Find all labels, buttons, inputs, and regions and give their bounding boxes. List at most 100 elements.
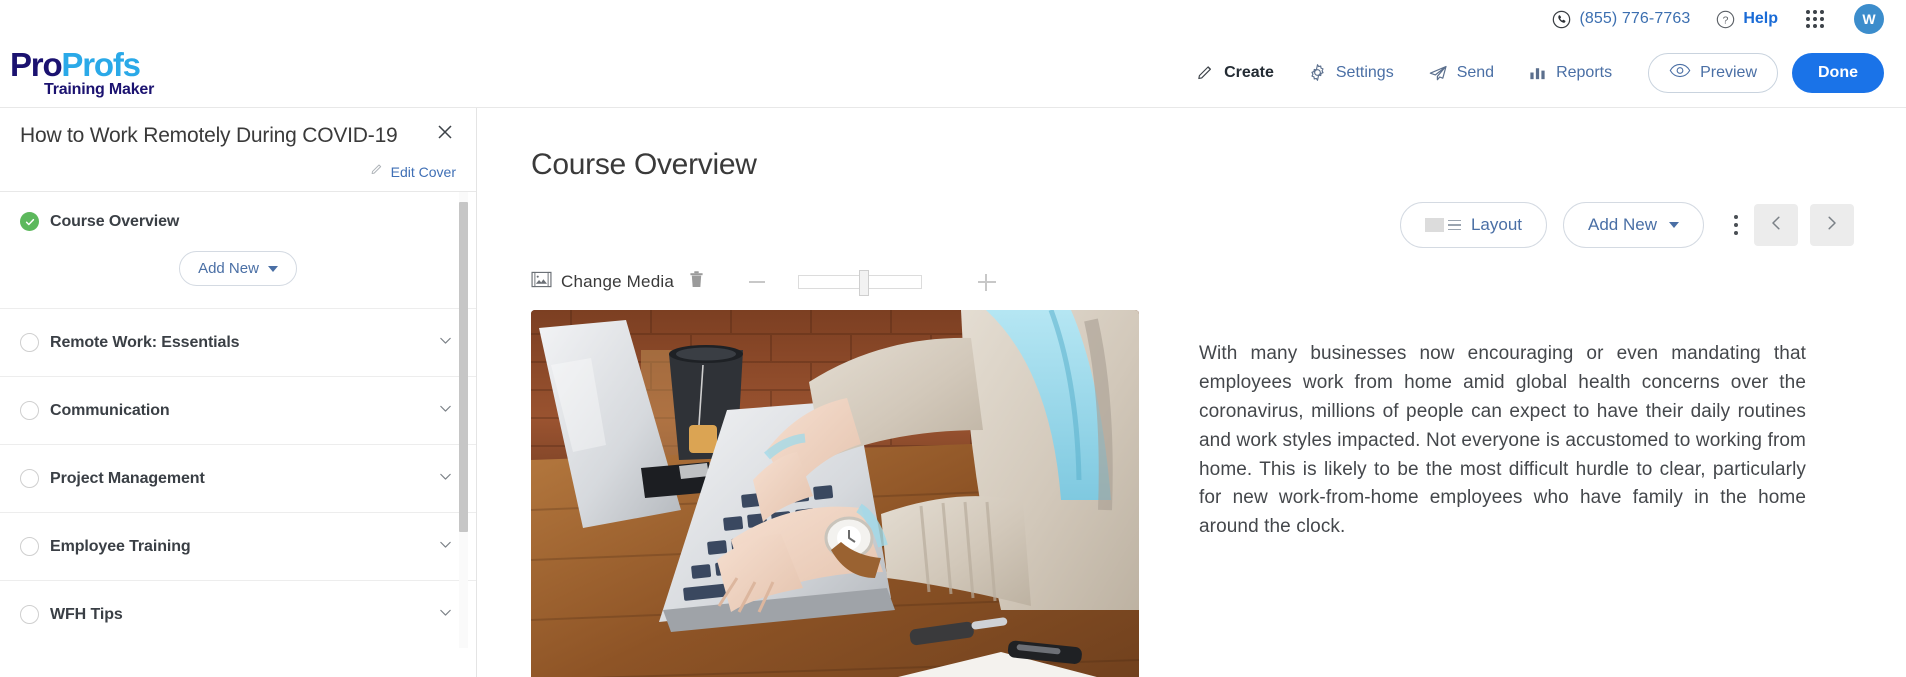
paper-plane-icon xyxy=(1428,63,1448,83)
chevron-down-icon[interactable] xyxy=(437,332,454,354)
sidebar-item-label: Project Management xyxy=(50,469,205,487)
radio-circle-icon xyxy=(20,605,39,624)
media-toolbar: Change Media xyxy=(531,270,1906,296)
question-circle-icon: ? xyxy=(1716,10,1735,29)
phone-number: (855) 776-7763 xyxy=(1579,10,1691,27)
help-label: Help xyxy=(1743,10,1778,27)
layout-icon-lines xyxy=(1447,219,1461,231)
logo-part-profs: Profs xyxy=(61,45,141,83)
main-header: ProProfs Training Maker Create Settings xyxy=(0,38,1906,108)
nav-item-create[interactable]: Create xyxy=(1196,63,1274,82)
sidebar-item-remote-work-essentials[interactable]: Remote Work: Essentials xyxy=(0,308,476,376)
radio-circle-icon xyxy=(20,401,39,420)
radio-circle-icon xyxy=(20,537,39,556)
edit-cover-button[interactable]: Edit Cover xyxy=(20,162,456,181)
close-icon[interactable] xyxy=(433,120,457,144)
image-film-icon xyxy=(531,271,552,293)
chevron-down-icon xyxy=(267,265,278,272)
minus-icon[interactable] xyxy=(746,281,768,283)
prev-page-button[interactable] xyxy=(1754,204,1798,246)
apps-dot xyxy=(1813,17,1817,21)
layout-button[interactable]: Layout xyxy=(1399,202,1548,248)
layout-label: Layout xyxy=(1470,215,1523,234)
header-nav: Create Settings Send Reports Preview Don… xyxy=(1162,52,1884,93)
chevron-left-icon xyxy=(1766,213,1786,238)
chevron-down-icon xyxy=(1669,222,1679,228)
avatar[interactable]: W xyxy=(1854,4,1884,34)
logo-subtitle: Training Maker xyxy=(44,80,155,98)
trash-icon[interactable] xyxy=(689,270,704,294)
nav-item-settings-label: Settings xyxy=(1335,63,1394,81)
apps-grid-icon[interactable] xyxy=(1806,10,1824,28)
nav-item-create-label: Create xyxy=(1224,63,1274,81)
bar-chart-icon xyxy=(1528,63,1547,82)
layout-icon-box xyxy=(1424,218,1444,232)
plus-icon[interactable] xyxy=(976,271,998,293)
sidebar-item-label: WFH Tips xyxy=(50,605,123,623)
sidebar-item-project-management[interactable]: Project Management xyxy=(0,444,476,512)
apps-dot xyxy=(1806,24,1810,28)
nav-item-reports[interactable]: Reports xyxy=(1528,63,1612,82)
next-page-button[interactable] xyxy=(1810,204,1854,246)
content-columns: With many businesses now encouraging or … xyxy=(531,310,1906,677)
sidebar-add-new-label: Add New xyxy=(198,260,259,277)
sidebar-item-communication[interactable]: Communication xyxy=(0,376,476,444)
nav-item-send[interactable]: Send xyxy=(1428,63,1494,83)
nav-item-settings[interactable]: Settings xyxy=(1308,63,1394,82)
zoom-controls xyxy=(746,270,998,296)
apps-dot xyxy=(1820,24,1824,28)
apps-dot xyxy=(1806,17,1810,21)
help-link[interactable]: ? Help xyxy=(1716,10,1778,29)
phone-icon xyxy=(1552,10,1571,29)
apps-dot xyxy=(1820,17,1824,21)
sidebar-item-wfh-tips[interactable]: WFH Tips xyxy=(0,580,476,648)
sidebar-item-label: Course Overview xyxy=(50,212,180,230)
change-media-label: Change Media xyxy=(561,272,674,291)
proprofs-logo[interactable]: ProProfs Training Maker xyxy=(10,48,154,98)
sidebar-list: Course Overview Add New Remote Work: Ess… xyxy=(0,192,476,648)
apps-dot xyxy=(1813,24,1817,28)
check-circle-icon xyxy=(20,212,39,231)
content-add-new-button[interactable]: Add New xyxy=(1563,202,1704,248)
page-title: Course Overview xyxy=(531,148,757,181)
sidebar-item-employee-training[interactable]: Employee Training xyxy=(0,512,476,580)
zoom-slider-thumb[interactable] xyxy=(858,270,869,296)
sidebar-item-label: Employee Training xyxy=(50,537,191,555)
content-area: Course Overview Layout Add New Change Me… xyxy=(477,108,1906,677)
chevron-down-icon[interactable] xyxy=(437,536,454,558)
phone-block[interactable]: (855) 776-7763 xyxy=(1552,10,1691,29)
apps-dot xyxy=(1820,10,1824,14)
apps-dot xyxy=(1813,10,1817,14)
zoom-slider[interactable] xyxy=(797,270,922,296)
edit-cover-label: Edit Cover xyxy=(390,163,456,180)
preview-button[interactable]: Preview xyxy=(1648,52,1778,93)
layout-icon xyxy=(1424,218,1461,232)
body-wrapper: How to Work Remotely During COVID-19 Edi… xyxy=(0,108,1906,677)
sidebar-item-label: Communication xyxy=(50,401,170,419)
sidebar: How to Work Remotely During COVID-19 Edi… xyxy=(0,108,477,677)
chevron-down-icon[interactable] xyxy=(437,468,454,490)
nav-item-send-label: Send xyxy=(1456,63,1495,81)
gear-icon xyxy=(1308,63,1327,82)
body-paragraph: With many businesses now encouraging or … xyxy=(1199,343,1806,538)
nav-item-reports-label: Reports xyxy=(1556,63,1613,81)
apps-dot xyxy=(1806,10,1810,14)
preview-label: Preview xyxy=(1700,63,1757,81)
chevron-down-icon[interactable] xyxy=(437,604,454,626)
sidebar-item-course-overview[interactable]: Course Overview Add New xyxy=(0,192,476,308)
done-button[interactable]: Done xyxy=(1792,52,1884,93)
sidebar-scrollbar-thumb[interactable] xyxy=(459,202,468,532)
chevron-right-icon xyxy=(1822,213,1842,238)
utility-bar: (855) 776-7763 ? Help W xyxy=(0,0,1906,38)
svg-text:?: ? xyxy=(1723,15,1729,26)
change-media-button[interactable]: Change Media xyxy=(531,271,674,293)
logo-part-pro: Pro xyxy=(10,45,63,83)
chevron-down-icon[interactable] xyxy=(437,400,454,422)
sidebar-add-new-button[interactable]: Add New xyxy=(179,251,297,286)
photo-illustration xyxy=(531,310,1139,677)
more-vertical-icon[interactable] xyxy=(1730,211,1742,239)
course-title: How to Work Remotely During COVID-19 xyxy=(20,124,398,147)
radio-circle-icon xyxy=(20,469,39,488)
pencil-icon xyxy=(1196,63,1215,82)
person-typing-on-laptop-photo[interactable] xyxy=(531,310,1139,677)
